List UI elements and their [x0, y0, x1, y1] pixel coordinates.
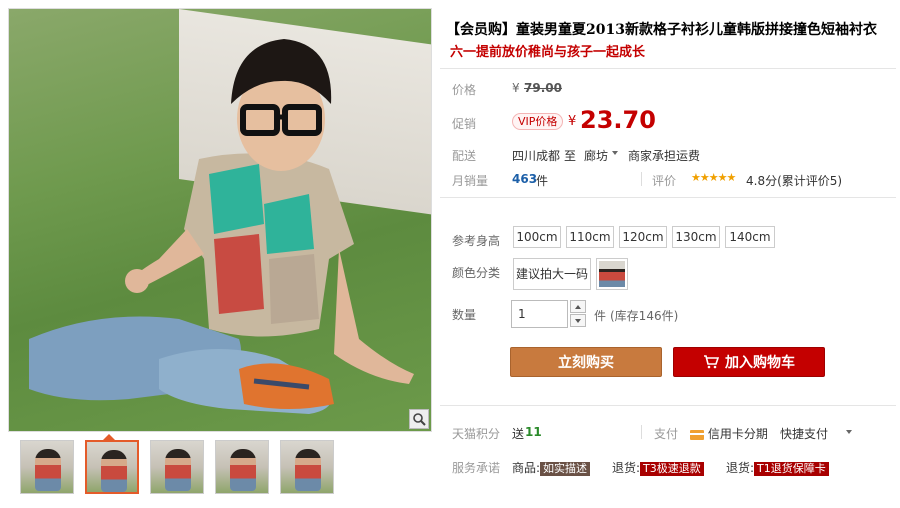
ship-destination[interactable]: 廊坊	[584, 147, 608, 164]
promo-label: 促销	[452, 117, 477, 131]
service-return: 退货: T3极速退款	[612, 459, 704, 476]
thumbnail-image	[165, 449, 191, 491]
ship-to-word: 至	[564, 149, 577, 163]
add-to-cart-label: 加入购物车	[725, 355, 795, 371]
size-option-130[interactable]: 130cm	[672, 226, 720, 248]
service-label: 服务承诺	[452, 461, 501, 475]
payment-dropdown-icon[interactable]	[846, 430, 852, 434]
chevron-down-icon	[575, 318, 581, 323]
thumbnail-image	[295, 449, 321, 491]
review-label: 评价	[652, 174, 677, 188]
shipping-fee-note: 商家承担运费	[628, 149, 701, 163]
vip-price-badge: VIP价格	[512, 113, 564, 130]
refund-tag[interactable]: T1退货保障卡	[754, 462, 829, 476]
quantity-unit: 件	[594, 309, 607, 323]
color-option-text[interactable]: 建议拍大一码	[513, 258, 591, 290]
quantity-label: 数量	[452, 308, 477, 322]
ship-from: 四川成都	[512, 149, 561, 163]
credit-card-text: 信用卡分期	[707, 427, 768, 441]
thumbnail-4[interactable]	[215, 440, 269, 494]
points-divider	[641, 425, 642, 439]
thumbnail-strip	[20, 440, 334, 494]
zoom-icon[interactable]	[409, 409, 429, 429]
points-label: 天猫积分	[452, 427, 501, 441]
color-option-image[interactable]	[596, 258, 628, 290]
product-subtitle: 六一提前放价稚尚与孩子一起成长	[450, 45, 646, 60]
product-title: 【会员购】童装男童夏2013新款格子衬衫儿童韩版拼接撞色短袖衬衣	[446, 22, 877, 38]
main-product-image[interactable]	[8, 8, 432, 432]
credit-card-option[interactable]: 信用卡分期	[690, 425, 768, 442]
promo-price: 23.70	[580, 106, 656, 134]
sales-divider	[641, 172, 642, 186]
payment-label: 支付	[654, 427, 679, 441]
thumbnail-3[interactable]	[150, 440, 204, 494]
quantity-decrease-button[interactable]	[570, 314, 586, 327]
thumbnail-2[interactable]	[85, 440, 139, 494]
thumbnail-image	[101, 450, 127, 492]
promo-currency-symbol: ¥	[568, 114, 577, 129]
service-box	[440, 405, 896, 495]
currency-symbol: ¥	[512, 81, 520, 95]
monthly-sales-count: 463	[512, 172, 538, 186]
rating-text[interactable]: 4.8分(累计评价5)	[746, 172, 842, 189]
goods-tag[interactable]: 如实描述	[540, 462, 591, 476]
color-label: 颜色分类	[452, 266, 501, 280]
destination-dropdown-icon[interactable]	[612, 151, 618, 155]
color-swatch-image	[599, 261, 625, 287]
size-option-110[interactable]: 110cm	[566, 226, 614, 248]
points-value: 11	[525, 425, 542, 439]
size-option-140[interactable]: 140cm	[725, 226, 775, 248]
add-to-cart-button[interactable]: 加入购物车	[673, 347, 825, 377]
service-refund: 退货: T1退货保障卡	[726, 459, 829, 476]
thumbnail-5[interactable]	[280, 440, 334, 494]
size-option-100[interactable]: 100cm	[513, 226, 561, 248]
points-send-word: 送	[512, 427, 525, 441]
price-label: 价格	[452, 83, 477, 97]
boy-photo	[29, 39, 414, 414]
size-label: 参考身高	[452, 234, 501, 248]
goods-word: 商品:	[512, 461, 541, 475]
credit-card-icon	[690, 429, 704, 440]
rating-stars-icon: ★★★★★	[691, 171, 736, 184]
quick-pay-option[interactable]: 快捷支付	[780, 425, 828, 442]
thumbnail-image	[230, 449, 256, 491]
cart-icon	[704, 355, 719, 369]
monthly-sales-label: 月销量	[452, 174, 489, 188]
return-tag[interactable]: T3极速退款	[640, 462, 704, 476]
refund-word: 退货:	[726, 461, 755, 475]
chevron-up-icon	[575, 304, 581, 309]
quantity-increase-button[interactable]	[570, 300, 586, 313]
size-option-120[interactable]: 120cm	[619, 226, 667, 248]
thumbnail-image	[35, 449, 61, 491]
thumbnail-1[interactable]	[20, 440, 74, 494]
stock-note: (库存146件)	[610, 309, 679, 323]
buy-now-button[interactable]: 立刻购买	[510, 347, 662, 377]
original-price: 79.00	[524, 81, 562, 95]
service-goods: 商品: 如实描述	[512, 459, 591, 476]
shipping-label: 配送	[452, 149, 477, 163]
monthly-sales-unit: 件	[536, 174, 549, 188]
quantity-input[interactable]: 1	[511, 300, 568, 328]
return-word: 退货:	[612, 461, 641, 475]
